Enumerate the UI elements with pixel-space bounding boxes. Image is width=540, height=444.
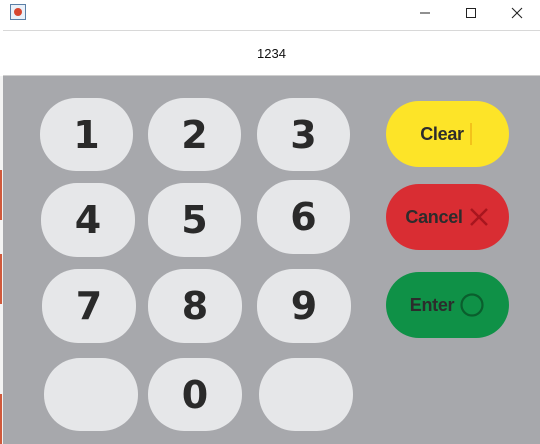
circle-icon [459,292,485,318]
key-blank-right[interactable] [259,358,353,431]
key-blank-left[interactable] [44,358,138,431]
edge-highlight [0,394,2,444]
key-2[interactable]: 2 [148,98,241,171]
maximize-button[interactable] [448,0,494,26]
key-6[interactable]: 6 [257,180,350,254]
minimize-button[interactable] [402,0,448,26]
minimize-icon [420,12,430,14]
clear-button[interactable]: Clear [386,101,509,167]
title-bar [0,0,540,26]
key-1[interactable]: 1 [40,98,133,171]
enter-button[interactable]: Enter [386,272,509,338]
pin-display: 1234 [3,30,540,76]
key-9[interactable]: 9 [257,269,351,343]
key-5[interactable]: 5 [148,183,241,257]
close-icon [511,7,523,19]
close-button[interactable] [494,0,540,26]
key-4[interactable]: 4 [41,183,135,257]
key-8[interactable]: 8 [148,269,242,343]
edge-highlight [0,170,2,220]
edge-highlight [0,254,2,304]
keypad-panel: 1 2 3 4 5 6 7 8 9 0 Clear Cancel Enter [3,76,540,444]
maximize-icon [466,8,476,18]
key-7[interactable]: 7 [42,269,136,343]
x-icon [468,206,490,228]
key-0[interactable]: 0 [148,358,242,431]
cursor-bar-icon [469,122,475,146]
cancel-button[interactable]: Cancel [386,184,509,250]
enter-label: Enter [409,294,455,315]
java-cup-icon [10,4,26,20]
clear-label: Clear [420,123,464,144]
cancel-label: Cancel [405,206,463,227]
key-3[interactable]: 3 [257,98,350,171]
